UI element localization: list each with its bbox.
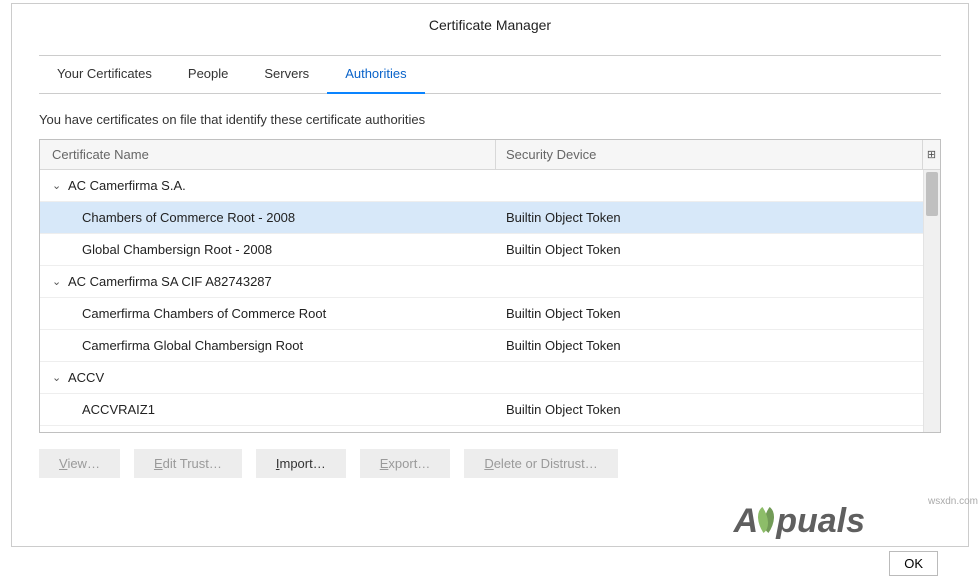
view-button[interactable]: View… <box>39 449 120 478</box>
cert-group-name: ACCV <box>68 370 104 385</box>
logo-rest: puals <box>776 502 865 541</box>
table-row[interactable]: ACCVRAIZ1 Builtin Object Token <box>40 394 940 426</box>
table-row[interactable]: ⌄ ACCV <box>40 362 940 394</box>
table-header: Certificate Name Security Device ⊞ <box>40 140 940 170</box>
scrollbar-thumb[interactable] <box>926 172 938 216</box>
certificates-table: Certificate Name Security Device ⊞ ⌄ AC … <box>39 139 941 433</box>
export-button[interactable]: Export… <box>360 449 451 478</box>
cert-group-name: AC Camerfirma S.A. <box>68 178 186 193</box>
table-row[interactable]: Camerfirma Chambers of Commerce Root Bui… <box>40 298 940 330</box>
tab-description: You have certificates on file that ident… <box>39 94 941 139</box>
leaf-icon <box>756 507 778 537</box>
dialog-title: Certificate Manager <box>39 4 941 55</box>
logo-a: A <box>734 502 759 541</box>
chevron-down-icon[interactable]: ⌄ <box>52 179 62 192</box>
column-security-device[interactable]: Security Device <box>496 140 922 169</box>
edit-trust-button[interactable]: Edit Trust… <box>134 449 242 478</box>
watermark-text: wsxdn.com <box>928 496 978 507</box>
cert-device: Builtin Object Token <box>496 242 940 257</box>
chevron-down-icon[interactable]: ⌄ <box>52 371 62 384</box>
cert-device: Builtin Object Token <box>496 210 940 225</box>
table-row[interactable]: ⌄ AC Camerfirma SA CIF A82743287 <box>40 266 940 298</box>
certificate-manager-dialog: Certificate Manager Your Certificates Pe… <box>11 3 969 547</box>
delete-distrust-button[interactable]: Delete or Distrust… <box>464 449 617 478</box>
cert-name: Camerfirma Global Chambersign Root <box>40 338 496 353</box>
tab-servers[interactable]: Servers <box>246 56 327 93</box>
table-row[interactable]: Chambers of Commerce Root - 2008 Builtin… <box>40 202 940 234</box>
cert-group-name: AC Camerfirma SA CIF A82743287 <box>68 274 272 289</box>
chevron-down-icon[interactable]: ⌄ <box>52 275 62 288</box>
cert-device: Builtin Object Token <box>496 402 940 417</box>
tab-authorities[interactable]: Authorities <box>327 56 424 93</box>
ok-button[interactable]: OK <box>889 551 938 576</box>
column-picker-icon[interactable]: ⊞ <box>922 140 940 169</box>
table-row[interactable]: ⌄ AC Camerfirma S.A. <box>40 170 940 202</box>
column-certificate-name[interactable]: Certificate Name <box>40 140 496 169</box>
cert-name: ACCVRAIZ1 <box>40 402 496 417</box>
table-row[interactable]: Global Chambersign Root - 2008 Builtin O… <box>40 234 940 266</box>
action-buttons: View… Edit Trust… Import… Export… Delete… <box>39 449 941 478</box>
cert-name: Global Chambersign Root - 2008 <box>40 242 496 257</box>
cert-device: Builtin Object Token <box>496 338 940 353</box>
cert-name: Chambers of Commerce Root - 2008 <box>40 210 496 225</box>
appuals-logo: A puals <box>734 502 865 541</box>
tab-people[interactable]: People <box>170 56 246 93</box>
import-button[interactable]: Import… <box>256 449 346 478</box>
table-body[interactable]: ⌄ AC Camerfirma S.A. Chambers of Commerc… <box>40 170 940 432</box>
scrollbar-track[interactable] <box>923 170 940 432</box>
cert-device: Builtin Object Token <box>496 306 940 321</box>
tab-your-certificates[interactable]: Your Certificates <box>39 56 170 93</box>
cert-name: Camerfirma Chambers of Commerce Root <box>40 306 496 321</box>
table-row[interactable]: Camerfirma Global Chambersign Root Built… <box>40 330 940 362</box>
tabs-bar: Your Certificates People Servers Authori… <box>39 56 941 94</box>
